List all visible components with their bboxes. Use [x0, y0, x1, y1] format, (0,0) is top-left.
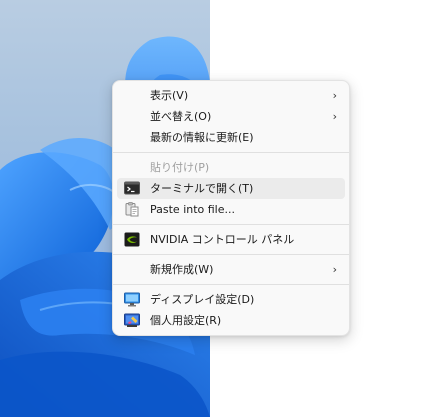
menu-item-paste-into-file[interactable]: Paste into file... — [117, 199, 345, 220]
menu-item-new[interactable]: 新規作成(W) › — [117, 259, 345, 280]
menu-item-label: 表示(V) — [150, 89, 189, 102]
menu-item-label: 新規作成(W) — [150, 263, 214, 276]
desktop-context-menu: 表示(V) › 並べ替え(O) › 最新の情報に更新(E) 貼り付け(P) ター… — [112, 80, 350, 336]
menu-item-view[interactable]: 表示(V) › — [117, 85, 345, 106]
menu-item-label: 最新の情報に更新(E) — [150, 131, 254, 144]
display-settings-icon — [124, 292, 140, 307]
menu-item-label: Paste into file... — [150, 203, 235, 216]
nvidia-icon — [124, 232, 140, 247]
menu-item-label: ディスプレイ設定(D) — [150, 293, 255, 306]
menu-item-paste[interactable]: 貼り付け(P) — [117, 157, 345, 178]
menu-item-open-in-terminal[interactable]: ターミナルで開く(T) — [117, 178, 345, 199]
menu-item-label: 個人用設定(R) — [150, 314, 222, 327]
menu-item-sort-by[interactable]: 並べ替え(O) › — [117, 106, 345, 127]
chevron-right-icon: › — [332, 263, 337, 276]
menu-item-label: ターミナルで開く(T) — [150, 182, 254, 195]
menu-separator — [113, 152, 349, 153]
personalize-icon — [124, 313, 140, 328]
menu-separator — [113, 254, 349, 255]
menu-separator — [113, 284, 349, 285]
chevron-right-icon: › — [332, 89, 337, 102]
menu-item-refresh[interactable]: 最新の情報に更新(E) — [117, 127, 345, 148]
menu-item-personalize[interactable]: 個人用設定(R) — [117, 310, 345, 331]
chevron-right-icon: › — [332, 110, 337, 123]
desktop-screen: 表示(V) › 並べ替え(O) › 最新の情報に更新(E) 貼り付け(P) ター… — [0, 0, 441, 417]
paste-file-icon — [124, 202, 140, 217]
menu-item-display-settings[interactable]: ディスプレイ設定(D) — [117, 289, 345, 310]
menu-item-label: 並べ替え(O) — [150, 110, 212, 123]
terminal-icon — [124, 181, 140, 196]
menu-item-nvidia-control-panel[interactable]: NVIDIA コントロール パネル — [117, 229, 345, 250]
menu-item-label: NVIDIA コントロール パネル — [150, 233, 295, 246]
menu-separator — [113, 224, 349, 225]
menu-item-label: 貼り付け(P) — [150, 161, 210, 174]
